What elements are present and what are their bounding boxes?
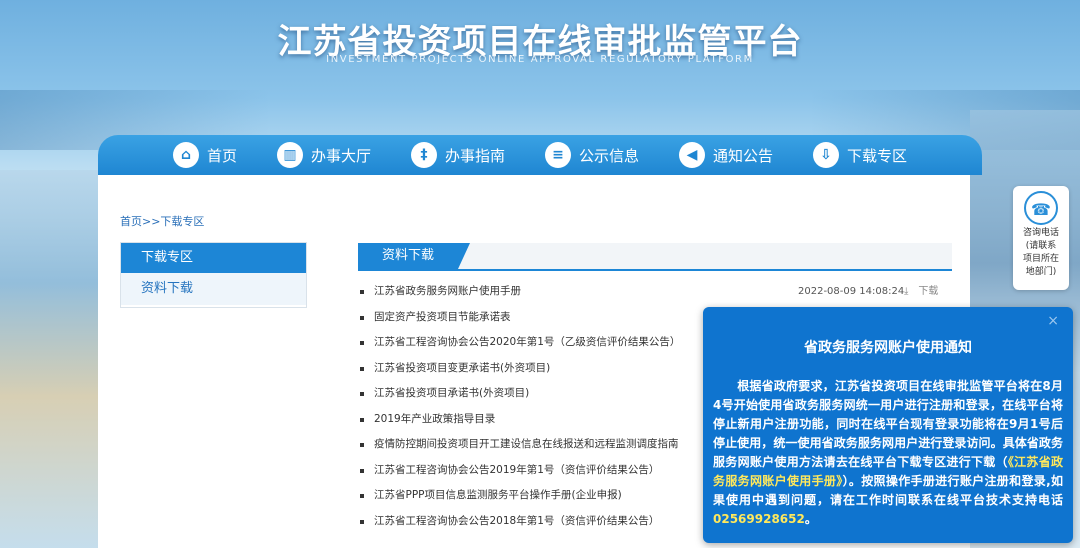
nav-label: 通知公告 <box>713 146 774 165</box>
nav-item-home[interactable]: ⌂ 首页 <box>172 142 237 168</box>
sidebar: 下载专区 资料下载 <box>120 242 307 308</box>
file-title[interactable]: 固定资产投资项目节能承诺表 <box>374 311 511 323</box>
file-title[interactable]: 江苏省PPP项目信息监测服务平台操作手册(企业申报) <box>374 489 622 501</box>
notice-text: 。 <box>804 512 817 526</box>
nav-label: 下载专区 <box>847 146 908 165</box>
file-title[interactable]: 江苏省工程咨询协会公告2018年第1号（资信评价结果公告） <box>374 515 659 527</box>
file-title[interactable]: 江苏省政务服务网账户使用手册 <box>374 285 521 297</box>
consult-note: 项目所在 <box>1022 254 1059 264</box>
download-label: 下载 <box>918 286 939 297</box>
consult-note: (请联系 <box>1025 241 1057 251</box>
download-icon: ⇩ <box>813 142 840 168</box>
consult-note: 地部门) <box>1025 267 1057 277</box>
file-title[interactable]: 疫情防控期间投资项目开工建设信息在线报送和远程监测调度指南 <box>374 438 679 450</box>
file-title[interactable]: 江苏省投资项目变更承诺书(外资项目) <box>374 362 550 374</box>
megaphone-icon: ◀ <box>679 142 706 168</box>
signpost-icon: ‡ <box>410 142 437 168</box>
nav-item-service-hall[interactable]: ▥ 办事大厅 <box>276 142 371 168</box>
nav-label: 首页 <box>206 146 237 165</box>
nav-item-public-info[interactable]: ≡ 公示信息 <box>545 142 639 168</box>
file-title[interactable]: 江苏省工程咨询协会公告2020年第1号（乙级资信评价结果公告） <box>374 336 680 348</box>
sidebar-item-downloads[interactable]: 资料下载 <box>121 273 306 305</box>
book-icon: ▥ <box>276 142 303 168</box>
download-icon: ⤓ <box>904 286 909 297</box>
tab-decoration <box>458 243 470 269</box>
file-title[interactable]: 江苏省投资项目承诺书(外资项目) <box>374 387 529 399</box>
main-nav: ⌂ 首页 ▥ 办事大厅 ‡ 办事指南 ≡ 公示信息 ◀ 通知公告 ⇩ 下载专区 <box>98 135 982 175</box>
consult-phone-widget[interactable]: ☎ 咨询电话 (请联系 项目所在 地部门) <box>1013 186 1069 290</box>
consult-label: 咨询电话 <box>1022 228 1059 238</box>
home-icon: ⌂ <box>172 142 199 168</box>
download-button[interactable]: ⤓ 下载 <box>904 279 938 305</box>
breadcrumb[interactable]: 首页>>下载专区 <box>120 213 204 229</box>
file-title[interactable]: 江苏省工程咨询协会公告2019年第1号（资信评价结果公告） <box>374 464 659 476</box>
notice-body: 根据省政府要求，江苏省投资项目在线审批监管平台将在8月4号开始使用省政务服务网统… <box>713 377 1063 529</box>
nav-item-guide[interactable]: ‡ 办事指南 <box>410 142 505 168</box>
phone-icon: ☎ <box>1024 191 1058 225</box>
file-title[interactable]: 2019年产业政策指导目录 <box>374 413 495 425</box>
list-item[interactable]: 江苏省政务服务网账户使用手册 2022-08-09 14:08:24 ⤓ 下载 <box>358 279 952 305</box>
document-icon: ≡ <box>545 142 571 168</box>
nav-item-downloads[interactable]: ⇩ 下载专区 <box>813 142 907 168</box>
site-subtitle: INVESTMENT PROJECTS ONLINE APPROVAL REGU… <box>326 54 754 65</box>
notice-title: 省政务服务网账户使用通知 <box>804 340 972 356</box>
tab-downloads[interactable]: 资料下载 <box>358 243 458 269</box>
close-icon[interactable]: × <box>1047 313 1059 329</box>
notice-popup: × 省政务服务网账户使用通知 根据省政府要求，江苏省投资项目在线审批监管平台将在… <box>703 307 1073 543</box>
nav-label: 办事大厅 <box>310 146 371 165</box>
file-date: 2022-08-09 14:08:24 <box>798 286 905 297</box>
nav-label: 办事指南 <box>444 146 505 165</box>
nav-label: 公示信息 <box>579 146 640 165</box>
sidebar-heading: 下载专区 <box>121 243 306 273</box>
support-phone: 02569928652 <box>713 512 805 526</box>
nav-item-notices[interactable]: ◀ 通知公告 <box>679 142 773 168</box>
tab-bar: 资料下载 <box>358 243 952 271</box>
